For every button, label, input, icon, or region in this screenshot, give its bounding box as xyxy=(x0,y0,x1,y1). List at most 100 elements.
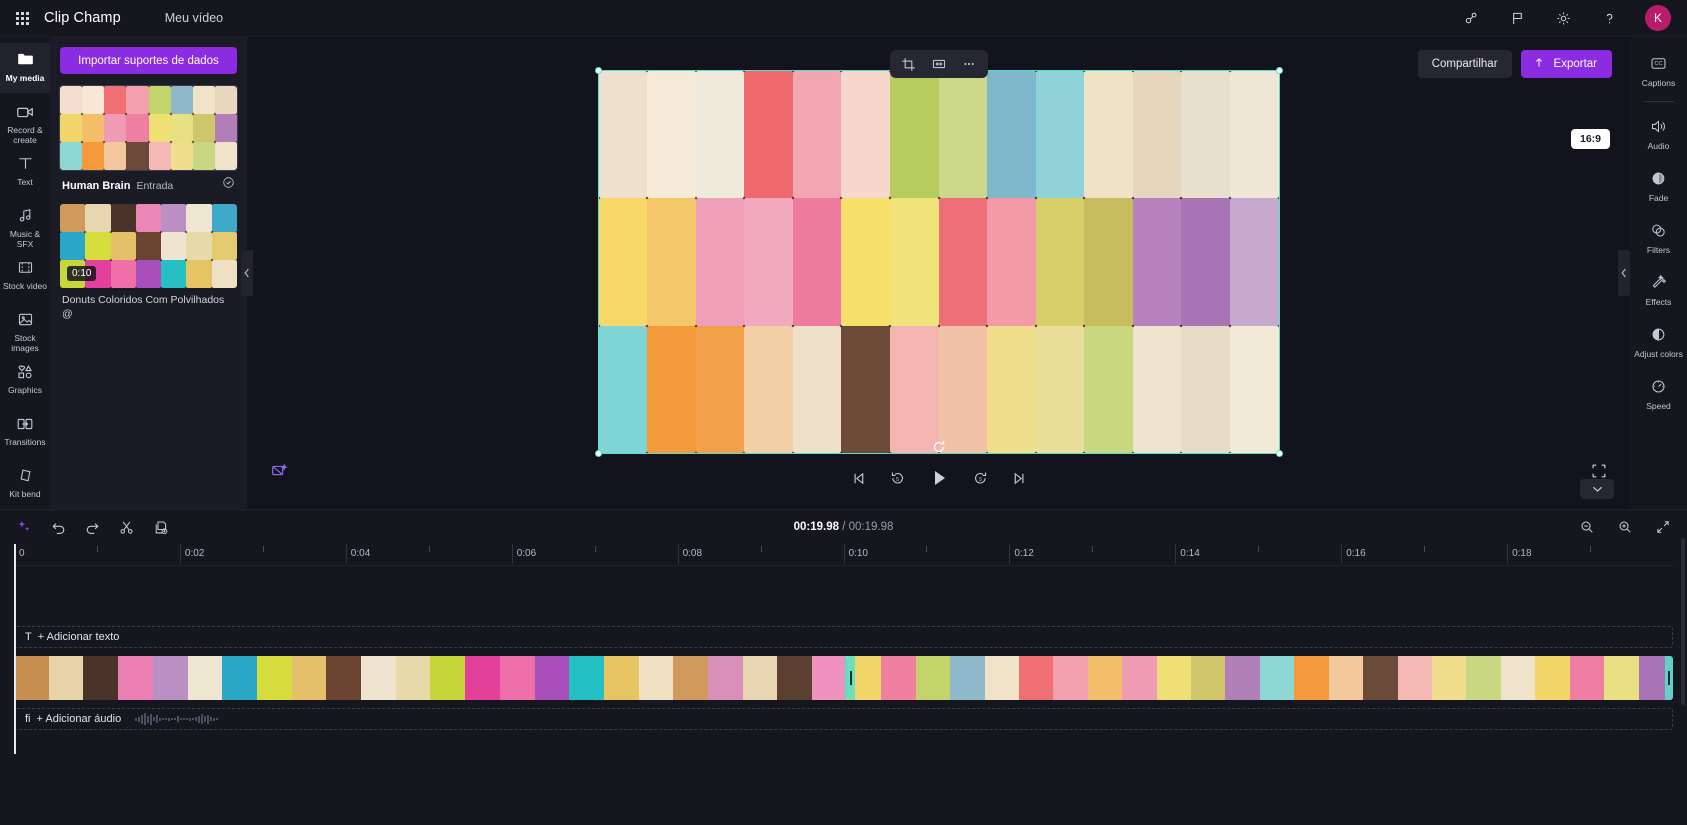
flag-icon[interactable] xyxy=(1507,8,1527,28)
sidebar-item-label: Music & SFX xyxy=(9,229,41,249)
timeline-tools xyxy=(14,517,170,537)
zoom-in-icon[interactable] xyxy=(1615,517,1635,537)
camera-icon xyxy=(15,102,35,121)
captions-icon: CC xyxy=(1649,54,1668,73)
fit-timeline-icon[interactable] xyxy=(1653,517,1673,537)
timeline: 00:19.98 / 00:19.98 0 0:02 0:04 0:06 0:0… xyxy=(0,509,1687,825)
chevron-left-icon xyxy=(244,268,249,278)
forward-5-button[interactable]: 5 xyxy=(972,470,989,487)
duplicate-button[interactable] xyxy=(150,517,170,537)
sidebar-item-effects[interactable]: Effects xyxy=(1630,264,1687,316)
sidebar-item-record-create[interactable]: Record & create xyxy=(0,95,50,145)
ruler-label: 0:12 xyxy=(1014,548,1034,559)
check-circle-icon[interactable] xyxy=(222,176,235,189)
preview-stage: Compartilhar Exportar 16:9 5 5 xyxy=(247,37,1630,509)
sidebar-item-label: Record & create xyxy=(7,125,43,145)
fullscreen-icon[interactable] xyxy=(1590,462,1608,480)
timeline-ruler[interactable]: 0 0:02 0:04 0:06 0:08 0:10 0:12 0:14 0:1… xyxy=(14,544,1673,566)
music-icon xyxy=(16,206,35,225)
fit-frame-icon[interactable] xyxy=(926,53,952,75)
crop-icon[interactable] xyxy=(896,53,922,75)
media-item-meta: Human Brain Entrada xyxy=(60,170,237,200)
media-thumbnail-macarons[interactable] xyxy=(59,85,238,171)
ruler-label: 0:16 xyxy=(1346,548,1366,559)
panel-collapse-button[interactable] xyxy=(241,250,253,296)
ai-sparkle-button[interactable] xyxy=(14,517,34,537)
clip-trim-handle-left[interactable] xyxy=(846,656,855,700)
sidebar-item-fade[interactable]: Fade xyxy=(1630,160,1687,212)
shapes-icon xyxy=(15,362,35,381)
upload-icon xyxy=(1532,56,1546,73)
donuts-clip[interactable] xyxy=(14,656,847,700)
text-icon xyxy=(16,154,35,173)
sidebar-item-text[interactable]: Text xyxy=(0,147,50,197)
text-track[interactable]: T + Adicionar texto xyxy=(14,626,1673,648)
playback-controls: 5 5 xyxy=(850,467,1028,489)
sidebar-item-music-sfx[interactable]: Music & SFX xyxy=(0,199,50,249)
video-track xyxy=(14,656,1673,700)
loop-icon[interactable] xyxy=(931,439,947,460)
sidebar-item-speed[interactable]: Speed xyxy=(1630,368,1687,420)
media-list-item[interactable]: 0:10 Donuts Coloridos Com Polvilhados @ xyxy=(60,204,237,326)
image-icon xyxy=(16,310,35,329)
resize-handle-top-left[interactable] xyxy=(594,67,602,74)
preview-macaron-art xyxy=(598,71,1279,453)
audio-track[interactable]: fi + Adicionar áudio xyxy=(14,708,1673,730)
sidebar-item-label: Captions xyxy=(1641,78,1676,88)
sidebar-item-graphics[interactable]: Graphics xyxy=(0,355,50,405)
time-separator: / xyxy=(842,521,846,533)
redo-button[interactable] xyxy=(82,517,102,537)
transport-bar: 5 5 xyxy=(247,433,1630,509)
gear-icon[interactable] xyxy=(1553,8,1573,28)
media-panel: Importar suportes de dados Human Brain E… xyxy=(50,37,253,509)
skip-end-button[interactable] xyxy=(1011,470,1028,487)
video-preview[interactable] xyxy=(594,67,1283,457)
sidebar-item-label: Effects xyxy=(1645,297,1672,307)
share-button[interactable]: Compartilhar xyxy=(1417,50,1512,78)
ruler-label: 0 xyxy=(19,548,25,559)
help-icon[interactable] xyxy=(1599,8,1619,28)
split-button[interactable] xyxy=(116,517,136,537)
sidebar-item-transitions[interactable]: Transitions xyxy=(0,407,50,457)
macarons-clip-filmstrip xyxy=(846,656,1673,700)
collapse-timeline-button[interactable] xyxy=(1580,479,1614,499)
magic-cut-icon[interactable] xyxy=(269,461,289,481)
add-text-label: + Adicionar texto xyxy=(37,631,120,643)
media-list-item[interactable]: Human Brain Entrada xyxy=(59,85,238,200)
sidebar-item-adjust-colors[interactable]: Adjust colors xyxy=(1630,316,1687,368)
sidebar-item-stock-video[interactable]: Stock video xyxy=(0,251,50,301)
app-launcher-button[interactable] xyxy=(0,11,44,25)
speed-icon xyxy=(1649,377,1668,396)
share-people-icon[interactable] xyxy=(1461,8,1481,28)
sidebar-item-kit-bend[interactable]: Kit bend xyxy=(0,459,50,509)
sidebar-item-audio[interactable]: Audio xyxy=(1630,108,1687,160)
document-title[interactable]: Meu vídeo xyxy=(165,11,223,25)
macarons-clip[interactable] xyxy=(844,656,1673,700)
sidebar-item-my-media[interactable]: My media xyxy=(0,43,50,93)
play-button[interactable] xyxy=(928,467,950,489)
sidebar-item-captions[interactable]: CC Captions xyxy=(1630,45,1687,97)
timeline-tracks: T + Adicionar texto fi + Adicionar áudio xyxy=(0,544,1687,825)
skip-start-button[interactable] xyxy=(850,470,867,487)
undo-button[interactable] xyxy=(48,517,68,537)
export-button-label: Exportar xyxy=(1553,58,1597,70)
playhead[interactable] xyxy=(14,544,16,754)
resize-handle-top-right[interactable] xyxy=(1275,67,1283,74)
svg-text:CC: CC xyxy=(1654,61,1662,67)
film-icon xyxy=(16,258,35,277)
media-item-name: Human Brain xyxy=(62,180,131,192)
sidebar-item-filters[interactable]: Filters xyxy=(1630,212,1687,264)
export-button[interactable]: Exportar xyxy=(1520,50,1612,78)
sidebar-item-stock-images[interactable]: Stock images xyxy=(0,303,50,353)
zoom-out-icon[interactable] xyxy=(1577,517,1597,537)
more-options-icon[interactable] xyxy=(956,53,982,75)
rewind-5-button[interactable]: 5 xyxy=(889,470,906,487)
import-media-button[interactable]: Importar suportes de dados xyxy=(60,47,237,74)
aspect-ratio-badge[interactable]: 16:9 xyxy=(1570,129,1610,149)
svg-text:5: 5 xyxy=(896,477,899,483)
avatar[interactable]: K xyxy=(1645,5,1671,31)
media-thumbnail-donuts[interactable]: 0:10 xyxy=(60,204,237,288)
clip-trim-handle-right[interactable] xyxy=(1664,656,1673,700)
timeline-scrollbar[interactable] xyxy=(1681,538,1685,705)
right-panel-collapse-button[interactable] xyxy=(1618,250,1630,296)
